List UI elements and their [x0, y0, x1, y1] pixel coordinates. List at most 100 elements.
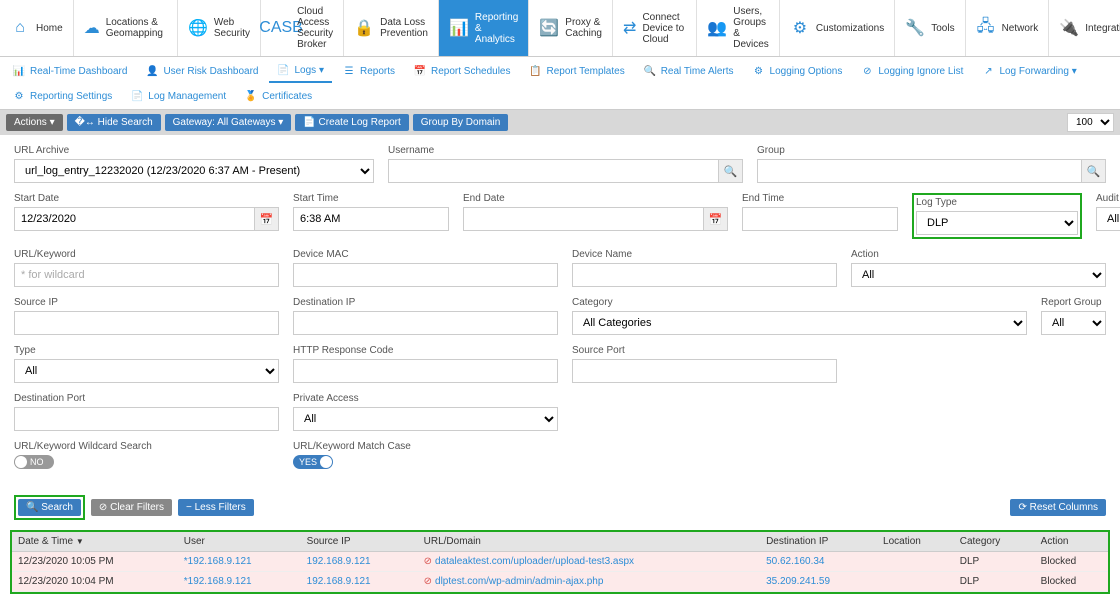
- subnav-item[interactable]: 📊Real-Time Dashboard: [4, 59, 135, 83]
- topnav-item[interactable]: CASBCloud Access Security Broker: [261, 0, 344, 56]
- group-by-domain-button[interactable]: Group By Domain: [413, 114, 508, 131]
- topnav-item[interactable]: 🔌Integrations: [1049, 0, 1120, 56]
- subnav-icon: 🔍: [643, 64, 657, 78]
- search-button[interactable]: 🔍 Search: [18, 499, 81, 516]
- table-header[interactable]: Category: [954, 532, 1035, 552]
- nav-icon: ⚙: [790, 18, 810, 38]
- subnav-item[interactable]: ⊘Logging Ignore List: [852, 59, 971, 83]
- subnav-item[interactable]: ☰Reports: [334, 59, 403, 83]
- topnav-item[interactable]: ⌂Home: [0, 0, 74, 56]
- subnav-item[interactable]: ⚙Logging Options: [744, 59, 851, 83]
- subnav-item[interactable]: 🔍 Real Time Alerts: [635, 59, 742, 83]
- table-row[interactable]: 12/23/2020 10:04 PM *192.168.9.121 192.1…: [12, 572, 1108, 592]
- topnav-item[interactable]: ⇄Connect Device to Cloud: [613, 0, 697, 56]
- subnav-item[interactable]: 📅Report Schedules: [405, 59, 519, 83]
- less-filters-button[interactable]: − Less Filters: [178, 499, 254, 516]
- nav-label: Web Security: [214, 17, 250, 39]
- create-log-report-button[interactable]: 📄 Create Log Report: [295, 114, 409, 131]
- group-input[interactable]: [757, 159, 1082, 183]
- table-header[interactable]: Action: [1035, 532, 1108, 552]
- table-header[interactable]: Date & Time ▼: [12, 532, 178, 552]
- subnav-item[interactable]: 👤User Risk Dashboard: [137, 59, 266, 83]
- table-header[interactable]: User: [178, 532, 301, 552]
- blocked-icon: ⊘: [424, 556, 432, 567]
- subnav-item[interactable]: ↗Log Forwarding ▾: [973, 59, 1084, 83]
- wildcard-search-label: URL/Keyword Wildcard Search: [14, 441, 279, 452]
- topnav-item[interactable]: 🌐 Web Security: [178, 0, 261, 56]
- start-time-label: Start Time: [293, 193, 449, 204]
- url-keyword-input[interactable]: [14, 263, 279, 287]
- subnav-icon: ⊘: [860, 64, 874, 78]
- device-mac-input[interactable]: [293, 263, 558, 287]
- audit-event-select[interactable]: All: [1096, 207, 1120, 231]
- nav-label: Data Loss Prevention: [380, 17, 428, 39]
- start-date-input[interactable]: [14, 207, 255, 231]
- end-time-input[interactable]: [742, 207, 898, 231]
- topnav-item[interactable]: 👥Users, Groups & Devices: [697, 0, 780, 56]
- url-archive-label: URL Archive: [14, 145, 374, 156]
- table-row[interactable]: 12/23/2020 10:05 PM *192.168.9.121 192.1…: [12, 552, 1108, 572]
- table-header[interactable]: Destination IP: [760, 532, 877, 552]
- topnav-item[interactable]: 🖧Network: [966, 0, 1050, 56]
- subnav-item[interactable]: ⚙Reporting Settings: [4, 85, 120, 107]
- action-select[interactable]: All: [851, 263, 1106, 287]
- subnav-item[interactable]: 📄Log Management: [122, 85, 234, 107]
- nav-icon: CASB: [271, 18, 291, 38]
- report-group-select[interactable]: All: [1041, 311, 1106, 335]
- subnav-item[interactable]: 📄Logs ▾: [269, 59, 332, 83]
- nav-icon: 🌐: [188, 18, 208, 38]
- page-size-select[interactable]: 100: [1067, 113, 1114, 132]
- search-icon[interactable]: 🔍: [719, 159, 743, 183]
- table-header[interactable]: Source IP: [301, 532, 418, 552]
- reset-columns-button[interactable]: ⟳ Reset Columns: [1010, 499, 1106, 516]
- match-case-toggle[interactable]: YES: [293, 455, 333, 469]
- table-header[interactable]: Location: [877, 532, 954, 552]
- nav-label: Users, Groups & Devices: [733, 6, 769, 50]
- subnav-icon: ⚙: [752, 64, 766, 78]
- calendar-icon[interactable]: 📅: [255, 207, 279, 231]
- nav-icon: 🖧: [976, 18, 996, 38]
- private-access-select[interactable]: All: [293, 407, 558, 431]
- topnav-item[interactable]: ⚙Customizations: [780, 0, 895, 56]
- device-name-input[interactable]: [572, 263, 837, 287]
- hide-search-button[interactable]: �↔ Hide Search: [67, 114, 161, 131]
- dest-port-input[interactable]: [14, 407, 279, 431]
- topnav-item[interactable]: 🔒 Data Loss Prevention: [344, 0, 439, 56]
- search-icon[interactable]: 🔍: [1082, 159, 1106, 183]
- end-date-input[interactable]: [463, 207, 704, 231]
- match-case-label: URL/Keyword Match Case: [293, 441, 558, 452]
- log-type-select[interactable]: DLP: [916, 211, 1078, 235]
- cell-dest-ip: 50.62.160.34: [760, 552, 877, 572]
- username-input[interactable]: [388, 159, 719, 183]
- start-time-input[interactable]: [293, 207, 449, 231]
- gateway-button[interactable]: Gateway: All Gateways ▾: [165, 114, 292, 131]
- subnav-item[interactable]: 🏅Certificates: [236, 85, 320, 107]
- subnav-label: Log Management: [148, 91, 226, 102]
- subnav-icon: 📋: [529, 64, 543, 78]
- wildcard-search-toggle[interactable]: NO: [14, 455, 54, 469]
- calendar-icon[interactable]: 📅: [704, 207, 728, 231]
- nav-label: Home: [36, 23, 63, 34]
- destination-ip-input[interactable]: [293, 311, 558, 335]
- topnav-item[interactable]: 📊Reporting & Analytics: [439, 0, 529, 56]
- source-ip-input[interactable]: [14, 311, 279, 335]
- toolbar: Actions ▾ �↔ Hide Search Gateway: All Ga…: [0, 110, 1120, 135]
- cell-source-ip: 192.168.9.121: [301, 552, 418, 572]
- url-archive-select[interactable]: url_log_entry_12232020 (12/23/2020 6:37 …: [14, 159, 374, 183]
- topnav-item[interactable]: 🔧Tools: [895, 0, 965, 56]
- topnav-item[interactable]: ☁Locations & Geomapping: [74, 0, 178, 56]
- clear-filters-button[interactable]: ⊘ Clear Filters: [91, 499, 172, 516]
- subnav-label: Real Time Alerts: [661, 66, 734, 77]
- topnav-item[interactable]: 🔄Proxy & Caching: [529, 0, 613, 56]
- nav-icon: ☁: [84, 18, 100, 38]
- audit-event-label: Audit Event: [1096, 193, 1120, 204]
- subnav-item[interactable]: 📋Report Templates: [521, 59, 633, 83]
- type-select[interactable]: All: [14, 359, 279, 383]
- table-header[interactable]: URL/Domain: [418, 532, 760, 552]
- http-code-input[interactable]: [293, 359, 558, 383]
- category-select[interactable]: All Categories: [572, 311, 1027, 335]
- nav-label: Proxy & Caching: [565, 17, 602, 39]
- source-port-input[interactable]: [572, 359, 837, 383]
- nav-icon: 🔒: [354, 18, 374, 38]
- actions-button[interactable]: Actions ▾: [6, 114, 63, 131]
